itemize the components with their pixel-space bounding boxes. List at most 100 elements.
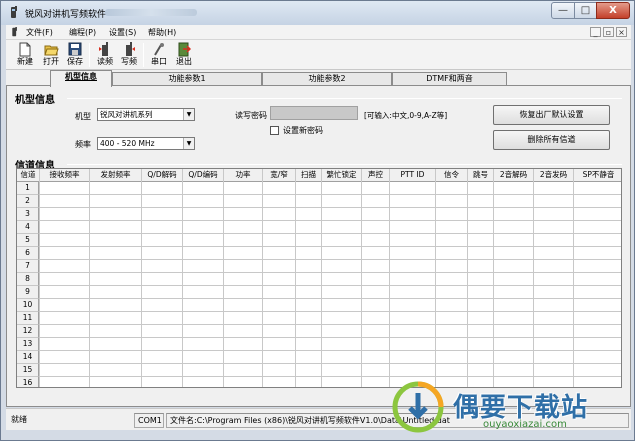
chevron-down-icon: ▼ <box>183 138 194 149</box>
minimize-button[interactable]: — <box>551 2 575 19</box>
status-state: 就绪 <box>11 415 27 424</box>
new-password-checkbox[interactable] <box>270 126 279 135</box>
table-row <box>39 207 621 208</box>
write-button[interactable]: 写频 <box>118 41 140 69</box>
title-bar[interactable]: 锐风对讲机写频软件 — □ X <box>1 1 634 25</box>
col-header-busy-lock[interactable]: 繁忙锁定 <box>322 169 362 182</box>
save-button[interactable]: 保存 <box>64 41 86 69</box>
grid-column-line <box>573 169 574 387</box>
menu-file[interactable]: 文件(F) <box>26 27 53 38</box>
exit-button[interactable]: 退出 <box>173 41 195 69</box>
grid-header: 信道 接收频率 发射频率 Q/D解码 Q/D编码 功率 宽/窄 扫描 繁忙锁定 … <box>17 169 621 182</box>
col-header-qd-encode[interactable]: Q/D编码 <box>183 169 224 182</box>
model-info-panel: 机型信息 机型 锐风对讲机系列 ▼ 频率 400 - 520 MHz ▼ 读写密… <box>6 85 631 407</box>
chevron-down-icon: ▼ <box>183 109 194 120</box>
mdi-app-icon[interactable] <box>10 27 20 37</box>
col-header-signaling[interactable]: 信令 <box>436 169 468 182</box>
serial-port-icon <box>154 43 164 56</box>
close-button[interactable]: X <box>596 2 630 19</box>
row-number[interactable]: 4 <box>17 221 39 234</box>
row-number[interactable]: 16 <box>17 377 39 387</box>
col-header-vox[interactable]: 声控 <box>362 169 390 182</box>
tab-dtmf-two-tone[interactable]: DTMF和两音 <box>392 72 507 86</box>
row-number[interactable]: 11 <box>17 312 39 325</box>
row-number[interactable]: 10 <box>17 299 39 312</box>
exit-door-icon <box>178 42 191 57</box>
restore-defaults-button[interactable]: 恢复出厂默认设置 <box>493 105 610 125</box>
grid-column-line <box>262 169 263 387</box>
table-row <box>39 194 621 195</box>
col-header-bandwidth[interactable]: 宽/窄 <box>263 169 296 182</box>
mdi-restore-button[interactable]: ▫ <box>603 27 614 37</box>
mdi-close-button[interactable]: × <box>616 27 627 37</box>
col-header-two-tone-encode[interactable]: 2音发码 <box>534 169 574 182</box>
new-button[interactable]: 新建 <box>14 41 36 69</box>
watermark-url: ouyaoxiazai.com <box>483 419 567 430</box>
row-number[interactable]: 15 <box>17 364 39 377</box>
tab-function-params-2[interactable]: 功能参数2 <box>262 72 392 86</box>
row-number[interactable]: 1 <box>17 182 39 195</box>
delete-channels-button[interactable]: 删除所有信道 <box>493 130 610 150</box>
row-number[interactable]: 2 <box>17 195 39 208</box>
freq-select-value: 400 - 520 MHz <box>100 139 155 148</box>
row-number[interactable]: 14 <box>17 351 39 364</box>
table-row <box>39 311 621 312</box>
grid-column-line <box>141 169 142 387</box>
row-number[interactable]: 3 <box>17 208 39 221</box>
grid-column-line <box>182 169 183 387</box>
model-select[interactable]: 锐风对讲机系列 ▼ <box>97 108 195 121</box>
col-header-skip[interactable]: 跳号 <box>468 169 494 182</box>
table-row <box>39 350 621 351</box>
menu-help[interactable]: 帮助(H) <box>148 27 176 38</box>
col-header-scan[interactable]: 扫描 <box>296 169 322 182</box>
maximize-button[interactable]: □ <box>574 2 597 19</box>
read-radio-icon <box>99 42 108 56</box>
row-number[interactable]: 9 <box>17 286 39 299</box>
table-row <box>39 233 621 234</box>
grid-column-line <box>493 169 494 387</box>
toolbar: 新建 打开 保存 读频 写频 串口 退出 <box>6 40 631 70</box>
table-row <box>39 259 621 260</box>
col-header-qd-decode[interactable]: Q/D解码 <box>142 169 183 182</box>
menu-program[interactable]: 编程(P) <box>69 27 96 38</box>
col-header-ptt-id[interactable]: PTT ID <box>390 169 436 182</box>
row-number[interactable]: 12 <box>17 325 39 338</box>
tab-model-info[interactable]: 机型信息 <box>50 70 112 87</box>
row-number[interactable]: 13 <box>17 338 39 351</box>
new-password-label: 设置新密码 <box>283 126 323 135</box>
table-row <box>39 272 621 273</box>
col-header-sp-unmute[interactable]: SP不静音 <box>574 169 621 182</box>
grid-column-line <box>467 169 468 387</box>
table-row <box>39 246 621 247</box>
model-label: 机型 <box>75 112 91 121</box>
col-header-two-tone-decode[interactable]: 2音解码 <box>494 169 534 182</box>
table-row <box>39 285 621 286</box>
grid-column-line <box>389 169 390 387</box>
read-button[interactable]: 读频 <box>94 41 116 69</box>
menu-settings[interactable]: 设置(S) <box>109 27 136 38</box>
col-header-power[interactable]: 功率 <box>224 169 263 182</box>
channel-grid[interactable]: 信道 接收频率 发射频率 Q/D解码 Q/D编码 功率 宽/窄 扫描 繁忙锁定 … <box>16 168 622 388</box>
menu-bar: 文件(F) 编程(P) 设置(S) 帮助(H) _ ▫ × <box>6 25 631 40</box>
write-label: 写频 <box>121 57 137 66</box>
mdi-minimize-button[interactable]: _ <box>590 27 601 37</box>
tab-function-params-1[interactable]: 功能参数1 <box>112 72 262 86</box>
password-input[interactable] <box>270 106 358 120</box>
row-number[interactable]: 5 <box>17 234 39 247</box>
app-icon <box>11 6 17 18</box>
row-number[interactable]: 8 <box>17 273 39 286</box>
row-number[interactable]: 6 <box>17 247 39 260</box>
write-radio-icon <box>126 42 135 56</box>
row-number[interactable]: 7 <box>17 260 39 273</box>
open-button[interactable]: 打开 <box>40 41 62 69</box>
watermark-logo <box>392 381 444 433</box>
table-row <box>39 324 621 325</box>
col-header-rx-freq[interactable]: 接收频率 <box>40 169 90 182</box>
open-label: 打开 <box>43 57 59 66</box>
port-button[interactable]: 串口 <box>148 41 170 69</box>
col-header-tx-freq[interactable]: 发射频率 <box>90 169 142 182</box>
freq-select[interactable]: 400 - 520 MHz ▼ <box>97 137 195 150</box>
new-label: 新建 <box>17 57 33 66</box>
grid-column-line <box>295 169 296 387</box>
col-header-channel[interactable]: 信道 <box>17 169 40 182</box>
